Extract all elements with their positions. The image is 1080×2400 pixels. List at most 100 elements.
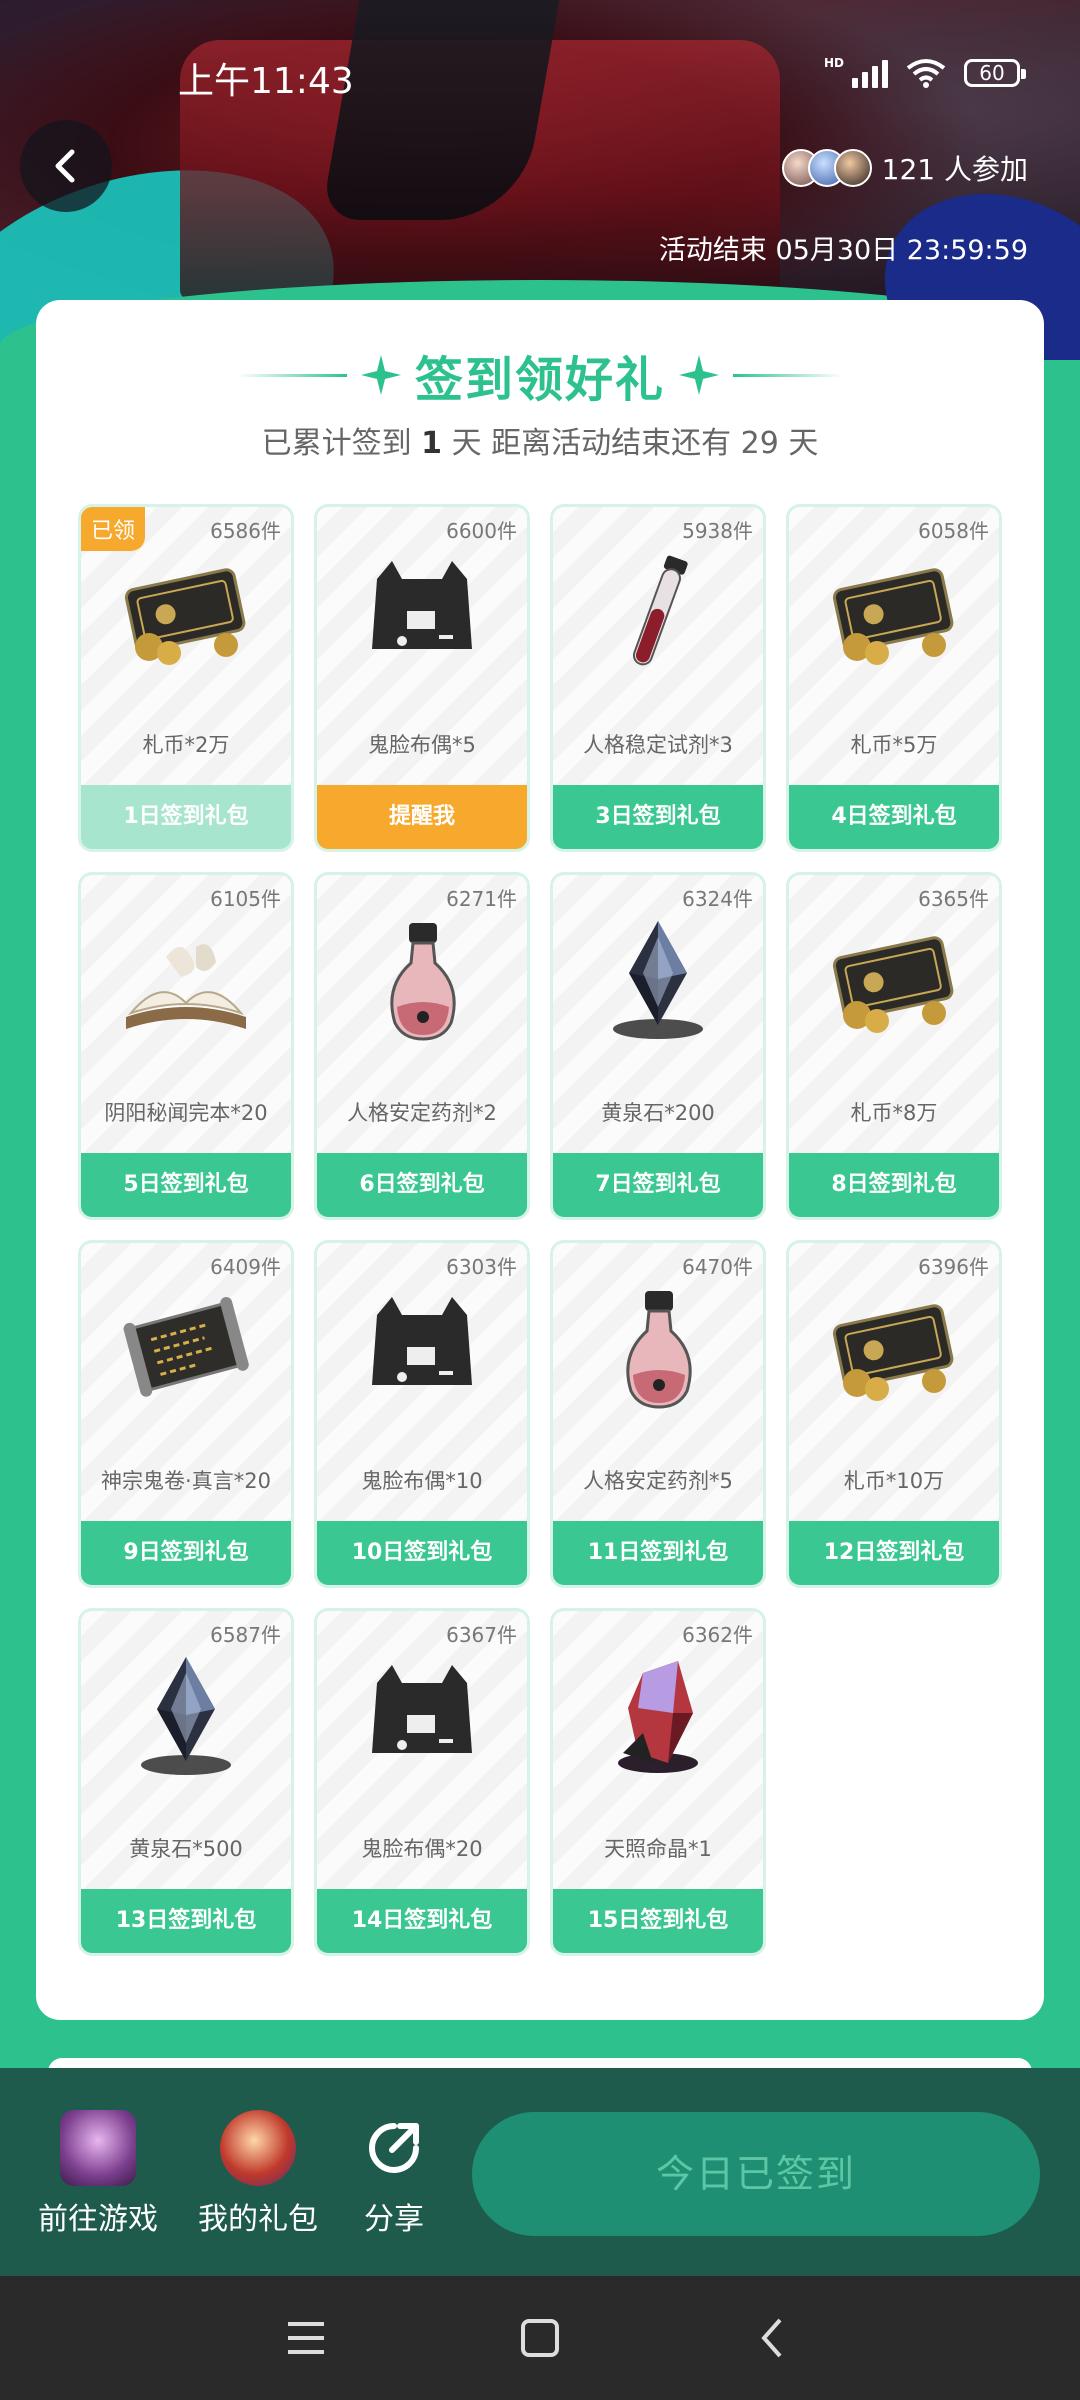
remind-me-button[interactable]: 提醒我 bbox=[317, 785, 527, 849]
day-gift-button[interactable]: 14日签到礼包 bbox=[317, 1889, 527, 1953]
reward-item[interactable]: 6362件天照命晶*1 15日签到礼包 bbox=[550, 1608, 766, 1956]
reward-stock: 6586件 bbox=[210, 519, 281, 543]
reward-item[interactable]: 6058件札币*5万 4日签到礼包 bbox=[786, 504, 1002, 852]
reward-item[interactable]: 6303件鬼脸布偶*10 10日签到礼包 bbox=[314, 1240, 530, 1588]
event-end-time: 活动结束 05月30日 23:59:59 bbox=[658, 235, 1028, 266]
reward-item[interactable]: 6587件黄泉石*500 13日签到礼包 bbox=[78, 1608, 294, 1956]
sparkle-icon bbox=[360, 355, 401, 395]
day-gift-button[interactable]: 13日签到礼包 bbox=[81, 1889, 291, 1953]
coin-card-icon bbox=[111, 549, 261, 679]
participants-count: 121 人参加 bbox=[881, 153, 1028, 186]
reward-item[interactable]: 6396件札币*10万 12日签到礼包 bbox=[786, 1240, 1002, 1588]
reward-name: 神宗鬼卷·真言*20 bbox=[101, 1469, 271, 1493]
home-icon[interactable] bbox=[514, 2312, 566, 2364]
reward-stock: 6409件 bbox=[210, 1255, 281, 1279]
coin-card-icon bbox=[819, 549, 969, 679]
reward-stock: 6470件 bbox=[682, 1255, 753, 1279]
purple-crystal-icon bbox=[583, 1653, 733, 1783]
day-gift-button[interactable]: 6日签到礼包 bbox=[317, 1153, 527, 1217]
reward-stock: 6396件 bbox=[918, 1255, 989, 1279]
day-gift-button[interactable]: 5日签到礼包 bbox=[81, 1153, 291, 1217]
reward-stock: 6058件 bbox=[918, 519, 989, 543]
reward-grid: 6586件 已领 札币*2万 1日签到礼包 6600件 鬼脸布偶*5 提醒我 5938件 人格稳… bbox=[78, 504, 1002, 1956]
reward-item[interactable]: 6409件神宗鬼卷·真言*20 9日签到礼包 bbox=[78, 1240, 294, 1588]
reward-stock: 5938件 bbox=[682, 519, 753, 543]
signal-icon bbox=[852, 58, 888, 88]
reward-name: 鬼脸布偶*5 bbox=[368, 733, 476, 757]
ghost-doll-icon bbox=[347, 549, 497, 679]
coin-card-icon bbox=[819, 917, 969, 1047]
menu-icon[interactable] bbox=[280, 2312, 332, 2364]
system-nav-bar bbox=[0, 2276, 1080, 2400]
day-gift-button[interactable]: 3日签到礼包 bbox=[553, 785, 763, 849]
participants-info: 121 人参加 bbox=[781, 148, 1028, 188]
reward-name: 黄泉石*200 bbox=[601, 1101, 715, 1125]
wifi-icon bbox=[906, 58, 946, 88]
share-button[interactable]: 分享 bbox=[356, 2110, 432, 2238]
signin-card: 签到领好礼 已累计签到 1 天 距离活动结束还有 29 天 6586件 已领札币*… bbox=[36, 300, 1044, 2020]
reward-name: 天照命晶*1 bbox=[604, 1837, 712, 1861]
card-title: 签到领好礼 bbox=[414, 352, 665, 408]
reward-name: 札币*5万 bbox=[850, 733, 938, 757]
my-gifts-button[interactable]: 我的礼包 bbox=[198, 2110, 318, 2238]
day-gift-button[interactable]: 1日签到礼包 bbox=[81, 785, 291, 849]
reward-name: 札币*10万 bbox=[843, 1469, 945, 1493]
reward-item[interactable]: 6600件 鬼脸布偶*5 提醒我 bbox=[314, 504, 530, 852]
status-time: 上午11:43 bbox=[178, 61, 354, 102]
day-gift-button[interactable]: 8日签到礼包 bbox=[789, 1153, 999, 1217]
ghost-doll-icon bbox=[347, 1285, 497, 1415]
reward-item[interactable]: 6105件 阴阳秘闻完本*20 5日签到礼包 bbox=[78, 872, 294, 1220]
gift-avatar-icon bbox=[220, 2110, 296, 2186]
reward-item[interactable]: 5938件人格稳定试剂*3 3日签到礼包 bbox=[550, 504, 766, 852]
reward-name: 鬼脸布偶*10 bbox=[361, 1469, 483, 1493]
reward-item[interactable]: 6367件鬼脸布偶*20 14日签到礼包 bbox=[314, 1608, 530, 1956]
day-gift-button[interactable]: 12日签到礼包 bbox=[789, 1521, 999, 1585]
reward-name: 人格安定药剂*2 bbox=[347, 1101, 497, 1125]
reward-stock: 6367件 bbox=[446, 1623, 517, 1647]
participant-avatars bbox=[781, 149, 872, 187]
potion-flask-icon bbox=[583, 1285, 733, 1415]
reward-name: 阴阳秘闻完本*20 bbox=[104, 1101, 268, 1125]
day-gift-button[interactable]: 15日签到礼包 bbox=[553, 1889, 763, 1953]
reward-item[interactable]: 6470件人格安定药剂*5 11日签到礼包 bbox=[550, 1240, 766, 1588]
signin-progress: 已累计签到 1 天 距离活动结束还有 29 天 bbox=[261, 426, 819, 461]
hd-indicator: HD bbox=[823, 56, 844, 70]
crystal-icon bbox=[583, 917, 733, 1047]
days-signed: 1 bbox=[421, 426, 443, 461]
reward-item[interactable]: 6324件黄泉石*200 7日签到礼包 bbox=[550, 872, 766, 1220]
bottom-action-bar: 前往游戏 我的礼包 分享 今日已签到 bbox=[0, 2068, 1080, 2276]
share-icon bbox=[356, 2110, 432, 2186]
days-left: 29 bbox=[740, 426, 779, 461]
day-gift-button[interactable]: 10日签到礼包 bbox=[317, 1521, 527, 1585]
reward-name: 札币*2万 bbox=[142, 733, 230, 757]
reward-name: 人格稳定试剂*3 bbox=[583, 733, 733, 757]
back-button[interactable] bbox=[20, 120, 112, 212]
reward-name: 鬼脸布偶*20 bbox=[361, 1837, 483, 1861]
signed-today-button[interactable]: 今日已签到 bbox=[472, 2112, 1040, 2236]
reward-name: 札币*8万 bbox=[850, 1101, 938, 1125]
reward-stock: 6362件 bbox=[682, 1623, 753, 1647]
day-gift-button[interactable]: 4日签到礼包 bbox=[789, 785, 999, 849]
claimed-badge: 已领 bbox=[81, 507, 146, 551]
chevron-left-icon bbox=[55, 149, 75, 183]
day-gift-button[interactable]: 11日签到礼包 bbox=[553, 1521, 763, 1585]
reward-name: 人格安定药剂*5 bbox=[583, 1469, 733, 1493]
reward-item[interactable]: 6586件 已领札币*2万 1日签到礼包 bbox=[78, 504, 294, 852]
game-avatar-icon bbox=[60, 2110, 136, 2186]
scroll-icon bbox=[111, 1285, 261, 1415]
reward-stock: 6365件 bbox=[918, 887, 989, 911]
reward-stock: 6303件 bbox=[446, 1255, 517, 1279]
day-gift-button[interactable]: 7日签到礼包 bbox=[553, 1153, 763, 1217]
reward-stock: 6324件 bbox=[682, 887, 753, 911]
reward-name: 黄泉石*500 bbox=[129, 1837, 243, 1861]
go-game-button[interactable]: 前往游戏 bbox=[38, 2110, 158, 2238]
reward-item[interactable]: 6365件札币*8万 8日签到礼包 bbox=[786, 872, 1002, 1220]
test-tube-icon bbox=[583, 549, 733, 679]
reward-stock: 6587件 bbox=[210, 1623, 281, 1647]
status-bar: 上午11:43 HD 60 bbox=[0, 40, 1080, 110]
crystal-icon bbox=[111, 1653, 261, 1783]
ghost-doll-icon bbox=[347, 1653, 497, 1783]
back-nav-icon[interactable] bbox=[748, 2312, 800, 2364]
day-gift-button[interactable]: 9日签到礼包 bbox=[81, 1521, 291, 1585]
reward-item[interactable]: 6271件 人格安定药剂*2 6日签到礼包 bbox=[314, 872, 530, 1220]
